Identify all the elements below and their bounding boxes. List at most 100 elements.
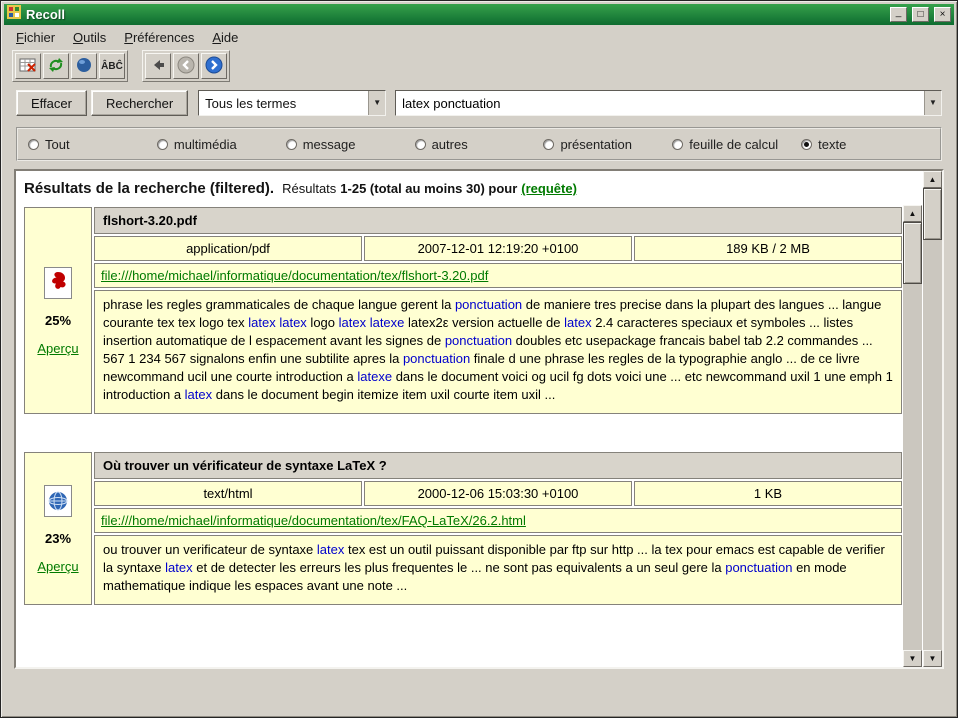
next-circle-arrow-icon (205, 56, 223, 77)
highlighted-term: latex (317, 542, 344, 557)
result-side: 23% Aperçu (24, 452, 92, 605)
result-mime: application/pdf (94, 236, 362, 261)
html-file-icon[interactable] (43, 484, 73, 518)
menu-fichier[interactable]: Fichier (12, 27, 59, 48)
highlighted-term: ponctuation (445, 333, 512, 348)
first-page-button[interactable] (145, 53, 171, 79)
page-scroll-up-button[interactable]: ▲ (923, 171, 942, 188)
results-list-scrollbar[interactable]: ▲ ▼ (903, 205, 922, 667)
nav-tools-group (142, 50, 230, 82)
category-label: présentation (560, 137, 632, 152)
menu-preferences[interactable]: Préférences (120, 27, 198, 48)
clear-search-button[interactable] (15, 53, 41, 79)
result-main: Où trouver un vérificateur de syntaxe La… (94, 452, 902, 605)
results-content: Résultats de la recherche (filtered). Rés… (16, 171, 902, 667)
minimize-icon: _ (896, 8, 902, 18)
blue-sphere-icon (76, 57, 92, 76)
result-size: 189 KB / 2 MB (634, 236, 902, 261)
next-page-button[interactable] (201, 53, 227, 79)
query-link[interactable]: (requête) (521, 181, 577, 196)
list-scrollbar-thumb[interactable] (903, 222, 922, 284)
radio-circle-icon (543, 139, 554, 150)
result-date: 2007-12-01 12:19:20 +0100 (364, 236, 632, 261)
result-date: 2000-12-06 15:03:30 +0100 (364, 481, 632, 506)
window-title: Recoll (26, 7, 65, 22)
mode-combo-arrow-button[interactable]: ▼ (368, 91, 385, 115)
category-radio-message[interactable]: message (286, 137, 415, 152)
result-item: 23% Aperçu Où trouver un vérificateur de s… (24, 452, 902, 605)
highlighted-term: ponctuation (725, 560, 792, 575)
radio-circle-icon (801, 139, 812, 150)
maximize-button[interactable]: □ (912, 7, 929, 22)
prev-circle-arrow-icon (177, 56, 195, 77)
search-mode-combo[interactable]: Tous les termes ▼ (198, 90, 386, 116)
result-size: 1 KB (634, 481, 902, 506)
prev-page-button[interactable] (173, 53, 199, 79)
query-combo-arrow-button[interactable]: ▼ (924, 91, 941, 115)
result-url-link[interactable]: file:///home/michael/informatique/docume… (101, 268, 488, 283)
search-query-input[interactable] (396, 91, 924, 115)
preview-link[interactable]: Aperçu (37, 559, 78, 574)
recoll-app-icon (7, 5, 21, 24)
refresh-arrows-icon (47, 57, 65, 76)
preview-link[interactable]: Aperçu (37, 341, 78, 356)
search-button[interactable]: Rechercher (91, 90, 188, 116)
category-label: autres (432, 137, 468, 152)
radio-circle-icon (415, 139, 426, 150)
result-title: Où trouver un vérificateur de syntaxe La… (94, 452, 902, 479)
result-meta-row: text/html2000-12-06 15:03:30 +01001 KB (94, 481, 902, 506)
highlighted-term: ponctuation (455, 297, 522, 312)
category-radio-texte[interactable]: texte (801, 137, 930, 152)
recoll-window: Recoll _ □ × Fichier Outils Préférences Aid… (0, 0, 958, 718)
close-icon: × (940, 10, 946, 20)
chevron-down-icon: ▼ (929, 99, 937, 107)
search-row: Effacer Rechercher Tous les termes ▼ ▼ (16, 89, 942, 117)
category-label: message (303, 137, 356, 152)
doc-history-button[interactable] (71, 53, 97, 79)
search-mode-value: Tous les termes (199, 91, 368, 115)
results-title: Résultats de la recherche (filtered). (24, 180, 274, 197)
menu-aide[interactable]: Aide (208, 27, 242, 48)
radio-circle-icon (672, 139, 683, 150)
list-scroll-up-button[interactable]: ▲ (903, 205, 922, 222)
pdf-file-icon[interactable] (43, 266, 73, 300)
up-arrow-icon: ▲ (909, 210, 917, 218)
search-tools-group: ÂBĈ (12, 50, 128, 82)
result-url-link[interactable]: file:///home/michael/informatique/docume… (101, 513, 526, 528)
titlebar: Recoll _ □ × (4, 4, 954, 25)
page-scrollbar-thumb[interactable] (923, 188, 942, 240)
up-arrow-icon: ▲ (929, 176, 937, 184)
clear-button[interactable]: Effacer (16, 90, 87, 116)
result-url-row: file:///home/michael/informatique/docume… (94, 263, 902, 288)
category-radio-multimedia[interactable]: multimédia (157, 137, 286, 152)
category-label: multimédia (174, 137, 237, 152)
category-radio-tout[interactable]: Tout (28, 137, 157, 152)
clear-table-icon (19, 57, 37, 76)
results-prefix: Résultats (282, 181, 336, 196)
category-radio-feuille-de-calcul[interactable]: feuille de calcul (672, 137, 801, 152)
highlighted-term: latex (564, 315, 591, 330)
results-page-scrollbar[interactable]: ▲ ▼ (923, 171, 942, 667)
category-radio-autres[interactable]: autres (415, 137, 544, 152)
list-scroll-down-button[interactable]: ▼ (903, 650, 922, 667)
page-scroll-down-button[interactable]: ▼ (923, 650, 942, 667)
maximize-icon: □ (917, 10, 923, 20)
result-abstract: phrase les regles grammaticales de chaqu… (94, 290, 902, 414)
category-label: texte (818, 137, 846, 152)
close-button[interactable]: × (934, 7, 951, 22)
term-explorer-button[interactable]: ÂBĈ (99, 53, 125, 79)
results-header: Résultats de la recherche (filtered). Rés… (22, 177, 902, 201)
highlighted-term: latex latexe (339, 315, 405, 330)
category-radio-presentation[interactable]: présentation (543, 137, 672, 152)
menu-outils[interactable]: Outils (69, 27, 110, 48)
down-arrow-icon: ▼ (929, 655, 937, 663)
minimize-button[interactable]: _ (890, 7, 907, 22)
highlighted-term: latex latex (248, 315, 307, 330)
results-list: 25%Aperçuflshort-3.20.pdfapplication/pdf… (22, 207, 902, 605)
relevance-percent: 23% (45, 531, 71, 546)
update-index-button[interactable] (43, 53, 69, 79)
back-arrow-icon (150, 57, 166, 76)
result-mime: text/html (94, 481, 362, 506)
results-range: 1-25 (total au moins 30) pour (340, 181, 517, 196)
relevance-percent: 25% (45, 313, 71, 328)
